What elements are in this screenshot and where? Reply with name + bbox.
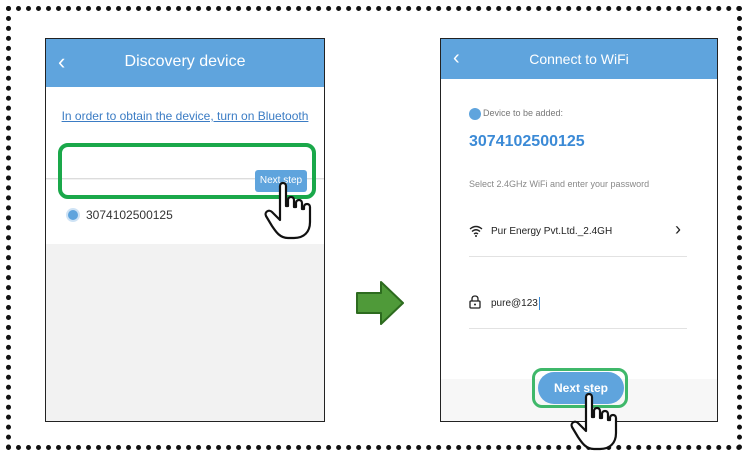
device-label: Device to be added: bbox=[483, 108, 564, 118]
wifi-form: Device to be added: 3074102500125 Select… bbox=[441, 79, 717, 379]
text-caret bbox=[538, 297, 540, 310]
arrow-right-icon bbox=[356, 281, 404, 325]
device-id: 3074102500125 bbox=[86, 208, 173, 222]
device-id: 3074102500125 bbox=[469, 133, 585, 150]
bluetooth-hint-link[interactable]: In order to obtain the device, turn on B… bbox=[46, 109, 324, 123]
password-value: pure@123 bbox=[491, 298, 538, 310]
header-bar: ‹ Discovery device bbox=[46, 39, 324, 87]
chevron-right-icon[interactable]: › bbox=[675, 219, 681, 240]
wifi-icon bbox=[469, 225, 483, 237]
device-dot-icon bbox=[66, 208, 80, 222]
password-input[interactable]: pure@123 bbox=[491, 297, 540, 310]
page-title: Discovery device bbox=[124, 53, 246, 70]
divider bbox=[469, 328, 687, 329]
wifi-name[interactable]: Pur Energy Pvt.Ltd._2.4GH bbox=[491, 226, 612, 237]
page-title: Connect to WiFi bbox=[529, 51, 629, 67]
wifi-instruction: Select 2.4GHz WiFi and enter your passwo… bbox=[469, 179, 650, 189]
lock-icon bbox=[469, 295, 481, 309]
pointing-hand-icon bbox=[570, 392, 618, 451]
header-bar: ‹ Connect to WiFi bbox=[441, 39, 717, 79]
divider bbox=[469, 256, 687, 257]
pointing-hand-icon bbox=[264, 181, 312, 240]
device-dot-icon bbox=[469, 108, 481, 120]
connect-wifi-screen: ‹ Connect to WiFi Device to be added: 30… bbox=[440, 38, 718, 422]
